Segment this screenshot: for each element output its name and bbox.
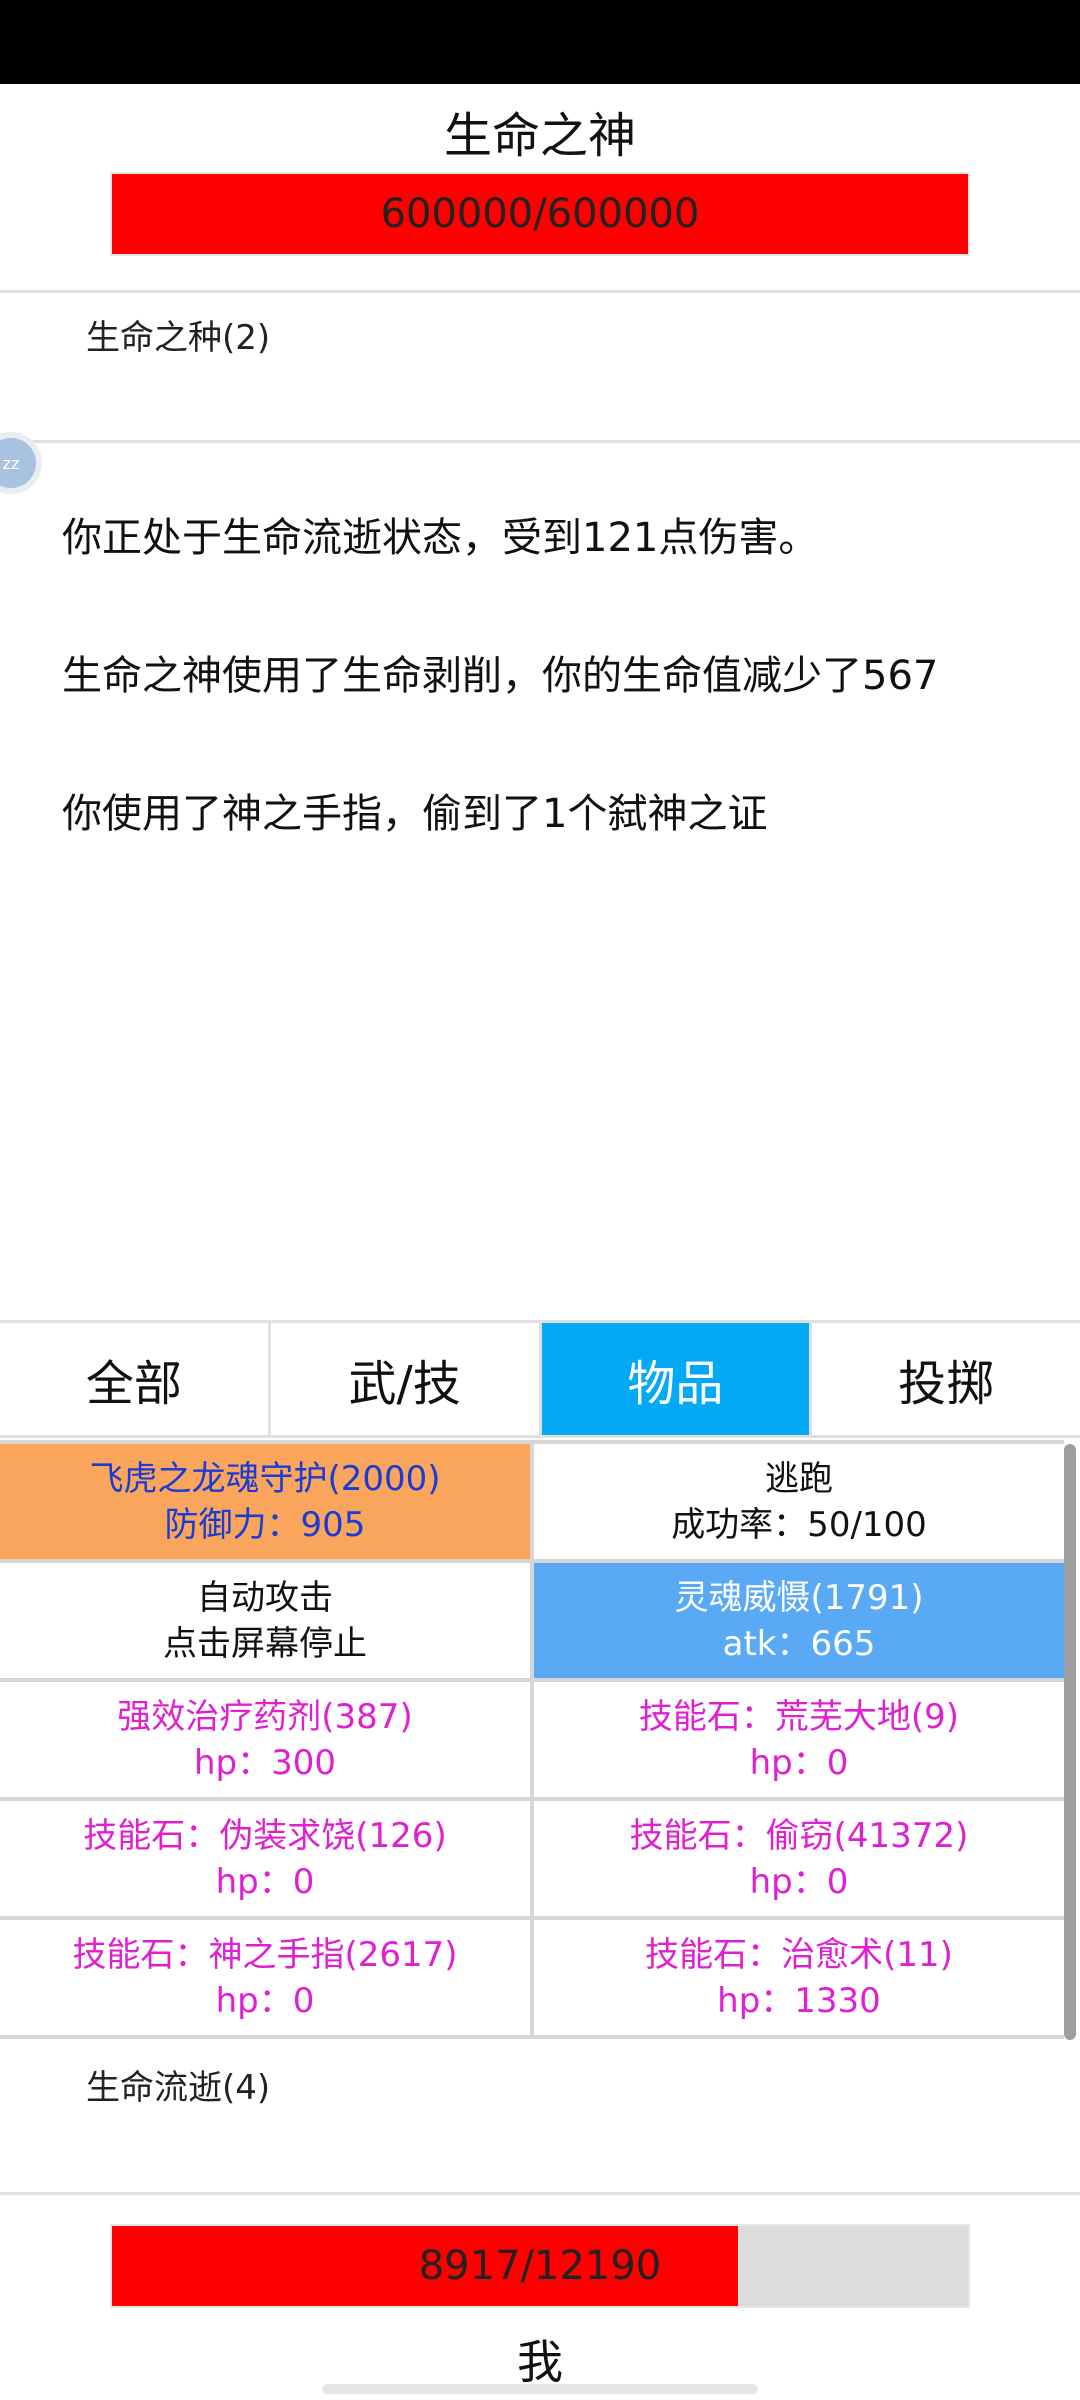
item-name: 技能石：伪装求饶(126) [83,1815,447,1856]
action-tabs: 全部 武/技 物品 投掷 [0,1320,1080,1438]
log-line: 生命之神使用了生命剥削，你的生命值减少了567 [62,653,939,699]
skill-stat: atk：665 [722,1623,876,1664]
skill-name: 逃跑 [765,1458,833,1499]
log-line: 你使用了神之手指，偷到了1个弑神之证 [62,791,768,837]
skill-grid: 飞虎之龙魂守护(2000) 防御力：905 逃跑 成功率：50/100 自动攻击… [0,1440,1064,2039]
item-button-skillstone-steal[interactable]: 技能石：偷窃(41372) hp：0 [534,1801,1064,1916]
item-stat: hp：0 [215,1980,315,2021]
item-button-skillstone-heal[interactable]: 技能石：治愈术(11) hp：1330 [534,1920,1064,2035]
item-name: 技能石：治愈术(11) [645,1934,953,1975]
skill-button-soul-intimidation[interactable]: 灵魂威慑(1791) atk：665 [534,1563,1064,1678]
skill-stat: 防御力：905 [164,1504,366,1545]
skill-grid-scrollbar[interactable] [1064,1444,1076,2040]
item-name: 技能石：荒芜大地(9) [638,1696,960,1737]
tab-all[interactable]: 全部 [0,1323,271,1435]
item-stat: hp：0 [749,1861,849,1902]
divider [0,440,1080,443]
item-stat: hp：0 [215,1861,315,1902]
battle-log: 你正处于生命流逝状态，受到121点伤害。 生命之神使用了生命剥削，你的生命值减少… [62,510,1042,924]
item-name: 强效治疗药剂(387) [117,1696,413,1737]
skill-name: 飞虎之龙魂守护(2000) [89,1458,441,1499]
item-button-healing-potion[interactable]: 强效治疗药剂(387) hp：300 [0,1682,530,1797]
skill-button-escape[interactable]: 逃跑 成功率：50/100 [534,1444,1064,1559]
item-button-skillstone-feign-mercy[interactable]: 技能石：伪装求饶(126) hp：0 [0,1801,530,1916]
item-name: 技能石：偷窃(41372) [629,1815,969,1856]
tab-throw[interactable]: 投掷 [812,1323,1080,1435]
item-stat: hp：300 [193,1742,337,1783]
player-name: 我 [517,2335,563,2389]
item-button-skillstone-gods-finger[interactable]: 技能石：神之手指(2617) hp：0 [0,1920,530,2035]
player-buff: 生命流逝(4) [86,2068,271,2108]
status-bar [0,0,1080,84]
tab-weapon-skill[interactable]: 武/技 [271,1323,542,1435]
skill-stat: 成功率：50/100 [671,1504,927,1545]
player-hp-bar: 8917/12190 [110,2224,970,2308]
skill-name: 自动攻击 [197,1577,333,1618]
floating-button-label: zz [2,453,20,473]
enemy-hp-bar: 600000/600000 [110,172,970,256]
enemy-name: 生命之神 [443,108,636,164]
item-name: 技能石：神之手指(2617) [72,1934,458,1975]
player-hp-text: 8917/12190 [418,2243,662,2289]
divider [0,2192,1080,2195]
item-stat: hp：0 [749,1742,849,1783]
enemy-buff: 生命之种(2) [86,318,271,358]
divider [0,290,1080,293]
item-stat: hp：1330 [717,1980,881,2021]
item-button-skillstone-wasteland[interactable]: 技能石：荒芜大地(9) hp：0 [534,1682,1064,1797]
log-line: 你正处于生命流逝状态，受到121点伤害。 [62,515,819,561]
skill-button-dragon-soul-guard[interactable]: 飞虎之龙魂守护(2000) 防御力：905 [0,1444,530,1559]
enemy-hp-text: 600000/600000 [380,191,700,237]
home-indicator[interactable] [322,2384,758,2394]
tab-items[interactable]: 物品 [541,1323,813,1435]
skill-stat: 点击屏幕停止 [163,1623,367,1664]
skill-name: 灵魂威慑(1791) [674,1577,924,1618]
skill-button-auto-attack[interactable]: 自动攻击 点击屏幕停止 [0,1563,530,1678]
